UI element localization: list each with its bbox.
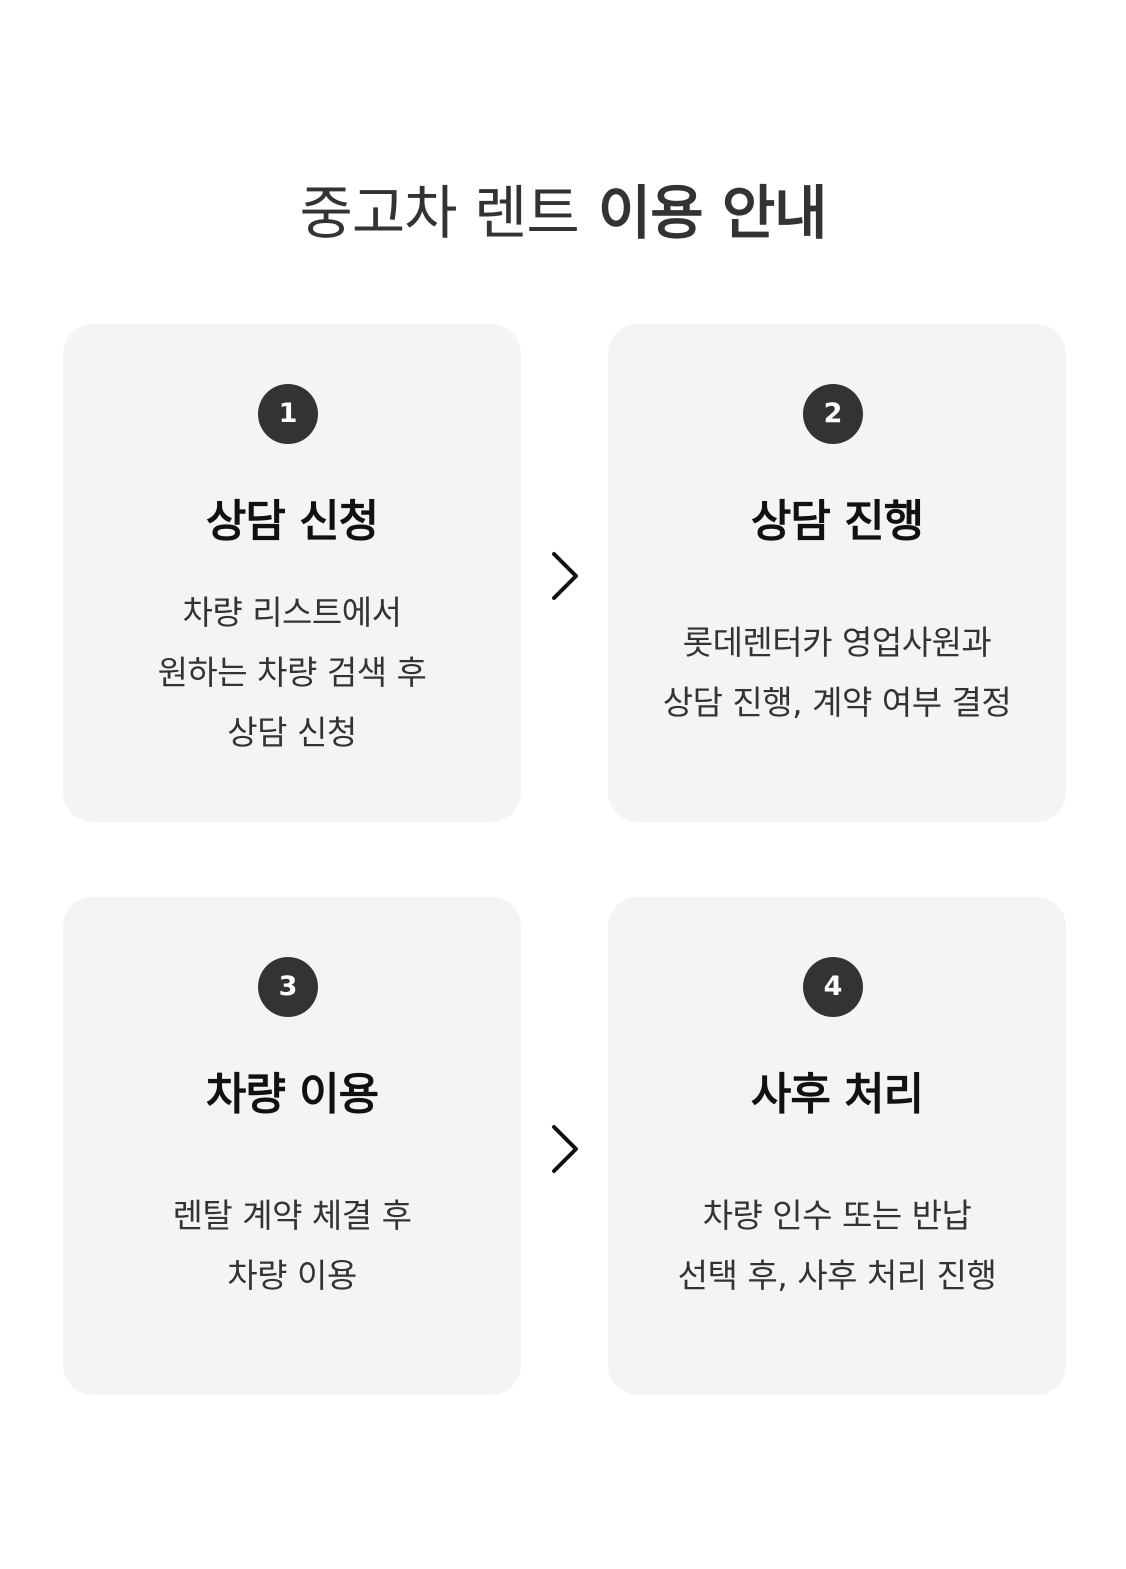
step-description-line: 상담 진행, 계약 여부 결정 — [662, 683, 1012, 722]
chevron-right-icon — [550, 1124, 580, 1174]
step-description: 렌탈 계약 체결 후 차량 이용 — [63, 1186, 521, 1306]
step-description-line: 차량 리스트에서 — [182, 593, 402, 632]
page-title: 중고차 렌트 이용 안내 — [0, 175, 1126, 251]
step-title: 상담 진행 — [750, 496, 924, 547]
step-title: 차량 이용 — [205, 1069, 379, 1120]
step-description-line: 롯데렌터카 영업사원과 — [682, 623, 992, 662]
step-description: 차량 리스트에서 원하는 차량 검색 후 상담 신청 — [63, 583, 521, 763]
step-number-badge: 4 — [803, 957, 863, 1017]
step-card-consultation-request: 1 상담 신청 차량 리스트에서 원하는 차량 검색 후 상담 신청 — [63, 324, 521, 822]
page-title-bold: 이용 안내 — [597, 178, 828, 247]
step-number-badge: 3 — [258, 957, 318, 1017]
step-description: 롯데렌터카 영업사원과 상담 진행, 계약 여부 결정 — [608, 613, 1066, 733]
step-title: 상담 신청 — [205, 496, 379, 547]
step-description-line: 차량 이용 — [227, 1256, 357, 1295]
step-card-vehicle-use: 3 차량 이용 렌탈 계약 체결 후 차량 이용 — [63, 897, 521, 1395]
step-description-line: 차량 인수 또는 반납 — [702, 1196, 972, 1235]
chevron-right-icon — [550, 551, 580, 601]
step-description: 차량 인수 또는 반납 선택 후, 사후 처리 진행 — [608, 1186, 1066, 1306]
step-number-badge: 1 — [258, 384, 318, 444]
step-description-line: 상담 신청 — [227, 713, 357, 752]
page-title-light: 중고차 렌트 — [299, 178, 579, 247]
step-description-line: 선택 후, 사후 처리 진행 — [677, 1256, 997, 1295]
step-card-after-service: 4 사후 처리 차량 인수 또는 반납 선택 후, 사후 처리 진행 — [608, 897, 1066, 1395]
step-description-line: 원하는 차량 검색 후 — [157, 653, 427, 692]
step-description-line: 렌탈 계약 체결 후 — [172, 1196, 413, 1235]
step-card-consultation-progress: 2 상담 진행 롯데렌터카 영업사원과 상담 진행, 계약 여부 결정 — [608, 324, 1066, 822]
step-title: 사후 처리 — [750, 1069, 924, 1120]
step-number-badge: 2 — [803, 384, 863, 444]
